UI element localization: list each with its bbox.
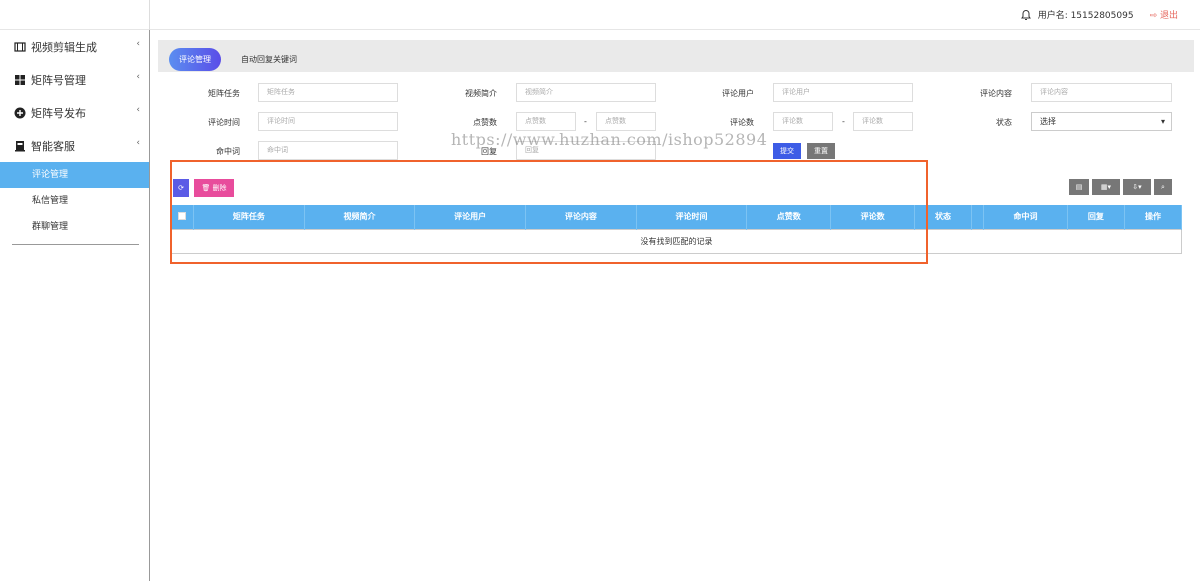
logout-link[interactable]: ⇨ 退出 — [1150, 8, 1178, 21]
logout-label: 退出 — [1159, 11, 1178, 21]
time-label: 评论时间 — [208, 118, 240, 127]
likes-max-input[interactable]: 点赞数 — [596, 112, 656, 131]
watermark-text: https://www.huzhan.com/ishop52894 — [451, 130, 768, 149]
sidebar-item-label: 视频剪辑生成 — [31, 40, 97, 54]
service-icon — [15, 140, 25, 151]
range-separator: - — [584, 117, 587, 126]
hit-word-input[interactable]: 命中词 — [258, 141, 398, 160]
status-select[interactable]: 选择 ▾ — [1031, 112, 1172, 131]
comment-content-input[interactable]: 评论内容 — [1031, 83, 1172, 102]
comments-label: 评论数 — [730, 118, 754, 127]
sidebar-item-label: 矩阵号发布 — [31, 106, 86, 120]
search-icon: ⌕ — [1161, 183, 1165, 191]
col-hit-word: 命中词 — [983, 205, 1068, 229]
sidebar-item-matrix-publish[interactable]: 矩阵号发布 ‹ — [0, 96, 149, 129]
likes-min-input[interactable]: 点赞数 — [516, 112, 576, 131]
caret-down-icon: ▾ — [1160, 117, 1165, 126]
task-label: 矩阵任务 — [208, 89, 240, 98]
sidebar-header — [0, 0, 150, 30]
intro-label: 视频简介 — [465, 89, 497, 98]
export-icon: ⇩▾ — [1132, 183, 1142, 191]
sidebar-subitem-comments[interactable]: 评论管理 — [0, 162, 149, 188]
sidebar-item-matrix-manage[interactable]: 矩阵号管理 ‹ — [0, 63, 149, 96]
chevron-down-icon: ‹ — [136, 138, 140, 148]
bell-icon[interactable] — [1020, 9, 1032, 21]
top-bar: 用户名: 15152805095 ⇨ 退出 — [0, 0, 1200, 30]
comment-user-input[interactable]: 评论用户 — [773, 83, 913, 102]
chevron-left-icon: ‹ — [136, 72, 140, 82]
sidebar-subitem-messages[interactable]: 私信管理 — [0, 188, 149, 214]
status-label: 状态 — [996, 118, 1012, 127]
columns-button[interactable]: ▦▾ — [1092, 179, 1120, 195]
user-label: 评论用户 — [722, 89, 754, 98]
highlight-box — [170, 160, 928, 264]
submit-button[interactable]: 提交 — [773, 143, 801, 159]
tab-bar: 评论管理 自动回复关键词 — [158, 40, 1194, 72]
hit-word-label: 命中词 — [216, 147, 240, 156]
table-toggle-button[interactable]: ▤ — [1069, 179, 1089, 195]
grid-icon — [15, 74, 25, 85]
sidebar-divider — [12, 244, 139, 245]
chevron-left-icon: ‹ — [136, 105, 140, 115]
main-content: 评论管理 自动回复关键词 矩阵任务 矩阵任务 视频简介 视频简介 评论用户 评论… — [151, 30, 1200, 581]
col-spacer — [971, 205, 985, 229]
likes-label: 点赞数 — [473, 118, 497, 127]
col-reply: 回复 — [1067, 205, 1125, 229]
status-select-value: 选择 — [1040, 117, 1056, 126]
search-button[interactable]: ⌕ — [1154, 179, 1172, 195]
content-label: 评论内容 — [980, 89, 1012, 98]
task-input[interactable]: 矩阵任务 — [258, 83, 398, 102]
reset-button[interactable]: 重置 — [807, 143, 835, 159]
export-button[interactable]: ⇩▾ — [1123, 179, 1151, 195]
intro-input[interactable]: 视频简介 — [516, 83, 656, 102]
comments-max-input[interactable]: 评论数 — [853, 112, 913, 131]
comment-time-input[interactable]: 评论时间 — [258, 112, 398, 131]
comments-min-input[interactable]: 评论数 — [773, 112, 833, 131]
sidebar: 视频剪辑生成 ‹ 矩阵号管理 ‹ 矩阵号发布 ‹ 智能客服 ‹ 评论管理 私信管… — [0, 30, 150, 581]
sidebar-item-label: 矩阵号管理 — [31, 73, 86, 87]
tab-comment-manage[interactable]: 评论管理 — [169, 48, 221, 71]
range-separator: - — [842, 117, 845, 126]
user-box: 用户名: 15152805095 ⇨ 退出 — [1020, 8, 1178, 21]
plus-circle-icon — [14, 107, 26, 118]
film-icon — [14, 41, 26, 52]
sidebar-item-video-edit[interactable]: 视频剪辑生成 ‹ — [0, 30, 149, 63]
chevron-left-icon: ‹ — [136, 39, 140, 49]
tab-auto-reply-keywords[interactable]: 自动回复关键词 — [231, 48, 307, 71]
sidebar-item-smart-service[interactable]: 智能客服 ‹ — [0, 129, 149, 162]
sidebar-subitem-groups[interactable]: 群聊管理 — [0, 214, 149, 240]
col-actions: 操作 — [1124, 205, 1183, 229]
table-icon: ▤ — [1075, 183, 1083, 191]
username-text: 用户名: 15152805095 — [1037, 11, 1134, 21]
columns-icon: ▦▾ — [1100, 183, 1112, 191]
sidebar-item-label: 智能客服 — [31, 139, 75, 153]
